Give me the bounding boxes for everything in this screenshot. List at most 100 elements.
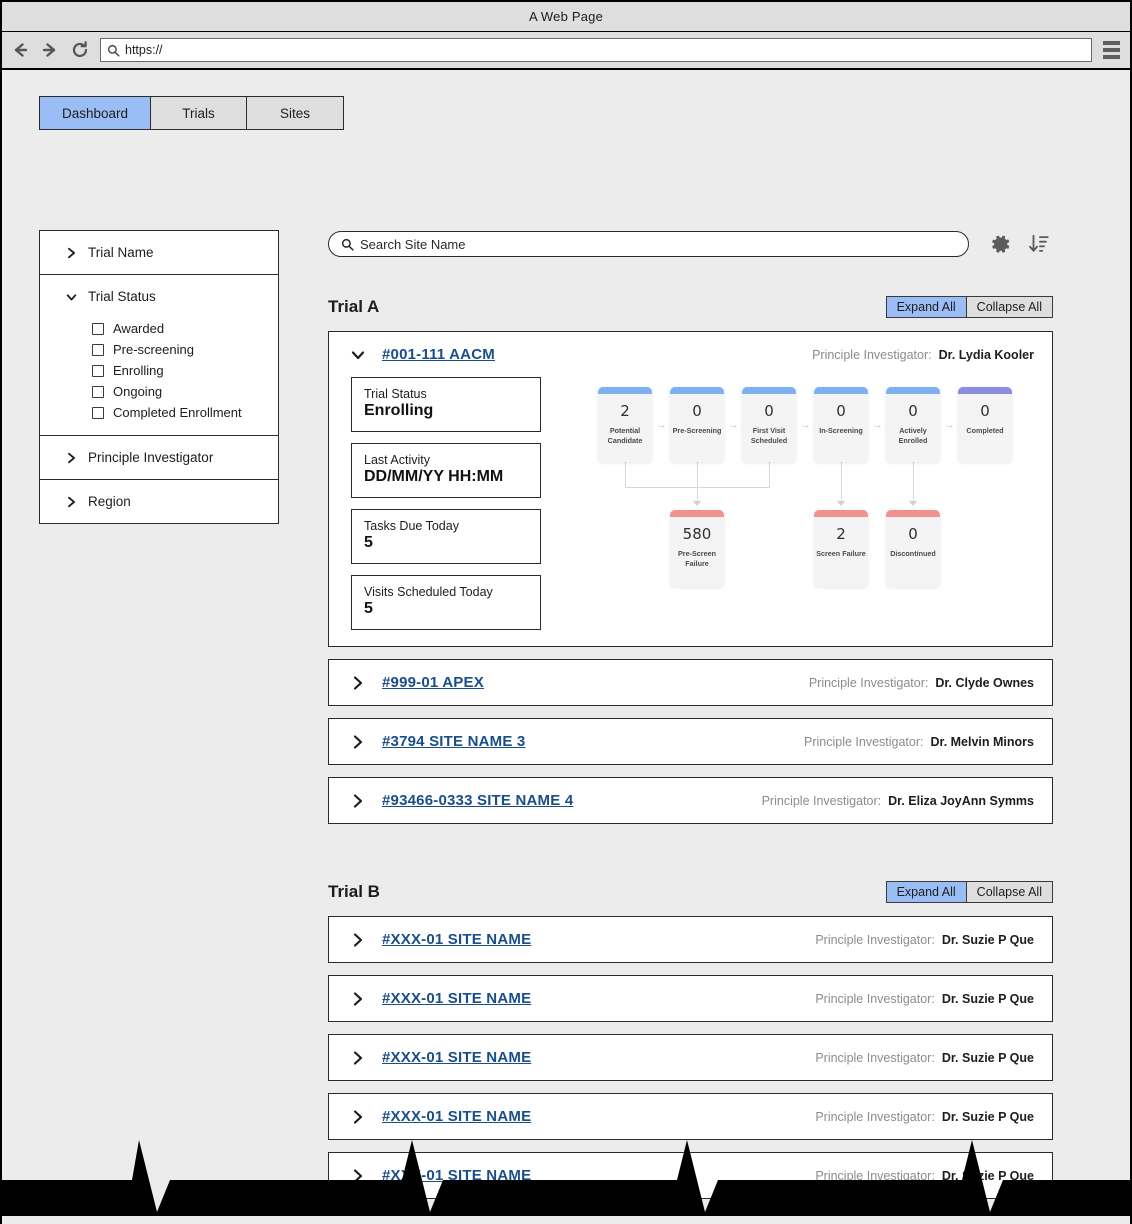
filter-section-trial-status: Trial Status Awarded Pre-screening Enrol…: [40, 275, 278, 436]
funnel-card-pre-screen-failure[interactable]: 580 Pre-Screen Failure: [670, 510, 724, 587]
checkbox-row-awarded[interactable]: Awarded: [92, 318, 278, 339]
site-row[interactable]: #XXX-01 SITE NAME Principle Investigator…: [329, 1094, 1052, 1139]
forward-arrow-icon[interactable]: [38, 38, 62, 62]
chevron-right-icon[interactable]: [351, 1050, 365, 1066]
expand-all-button-a[interactable]: Expand All: [886, 297, 967, 317]
investigator-label: Principle Investigator:: [815, 1050, 935, 1065]
investigator-label: Principle Investigator:: [815, 991, 935, 1006]
filter-section-trial-name: Trial Name: [40, 231, 278, 275]
site-row[interactable]: #XXX-01 SITE NAME Principle Investigator…: [329, 917, 1052, 962]
stat-last-activity: Last Activity DD/MM/YY HH:MM: [351, 443, 541, 498]
site-row[interactable]: #93466-0333 SITE NAME 4 Principle Invest…: [329, 778, 1052, 823]
funnel-card-completed[interactable]: 0 Completed: [958, 387, 1012, 462]
sort-descending-icon[interactable]: [1025, 230, 1053, 258]
checkbox-completed-enrollment[interactable]: [92, 406, 104, 419]
checkbox-row-enrolling[interactable]: Enrolling: [92, 360, 278, 381]
filter-toggle-trial-name[interactable]: Trial Name: [40, 231, 278, 274]
checkbox-enrolling[interactable]: [92, 364, 104, 377]
funnel-card-screen-failure[interactable]: 2 Screen Failure: [814, 510, 868, 587]
search-input[interactable]: Search Site Name: [328, 231, 970, 257]
search-toolbar: Search Site Name: [328, 230, 1053, 258]
investigator-label: Principle Investigator:: [815, 932, 935, 947]
funnel-card-pre-screening[interactable]: 0 Pre-Screening: [670, 387, 724, 462]
funnel-card-potential-candidate[interactable]: 2 Potential Candidate: [598, 387, 652, 462]
site-name-link[interactable]: #XXX-01 SITE NAME: [382, 990, 531, 1007]
site-name-link[interactable]: #999-01 APEX: [382, 674, 484, 691]
filter-label-trial-name: Trial Name: [88, 245, 154, 260]
funnel-card-actively-enrolled[interactable]: 0 Actively Enrolled: [886, 387, 940, 462]
url-bar[interactable]: https://: [100, 38, 1092, 62]
collapse-all-button-a[interactable]: Collapse All: [966, 297, 1052, 317]
chevron-right-icon[interactable]: [351, 932, 365, 948]
site-row[interactable]: #XXX-01 SITE NAME Principle Investigator…: [329, 1035, 1052, 1080]
back-arrow-icon[interactable]: [8, 38, 32, 62]
site-card: #3794 SITE NAME 3 Principle Investigator…: [328, 718, 1053, 765]
chevron-right-icon[interactable]: [351, 991, 365, 1007]
stat-value: DD/MM/YY HH:MM: [364, 468, 504, 485]
investigator-label: Principle Investigator:: [808, 675, 929, 690]
site-card: #999-01 APEX Principle Investigator: Dr.…: [328, 659, 1053, 706]
filter-toggle-region[interactable]: Region: [40, 480, 278, 523]
site-name-link[interactable]: #XXX-01 SITE NAME: [382, 1108, 531, 1125]
collapse-all-button-b[interactable]: Collapse All: [966, 882, 1052, 902]
funnel-card-in-screening[interactable]: 0 In-Screening: [814, 387, 868, 462]
site-name-link[interactable]: #XXX-01 SITE NAME: [382, 1049, 531, 1066]
site-row[interactable]: #999-01 APEX Principle Investigator: Dr.…: [329, 660, 1052, 705]
chevron-right-icon: [68, 247, 75, 258]
checkbox-ongoing[interactable]: [92, 385, 104, 398]
enrollment-funnel: → → → → → 2 Potential Candidate 0 Pre-Sc…: [598, 377, 1032, 592]
filter-toggle-principle-investigator[interactable]: Principle Investigator: [40, 436, 278, 479]
stat-label: Trial Status: [364, 387, 427, 401]
hamburger-menu-icon[interactable]: [1100, 37, 1122, 63]
investigator-wrap: Principle Investigator: Dr. Clyde Ownes: [809, 676, 1034, 690]
site-row[interactable]: #XXX-01 SITE NAME Principle Investigator…: [329, 976, 1052, 1021]
trial-header-b: Trial B Expand All Collapse All: [328, 881, 1053, 903]
tab-sites-label: Sites: [280, 105, 311, 121]
filter-toggle-trial-status[interactable]: Trial Status: [40, 275, 278, 318]
card-color-bar: [598, 387, 652, 394]
flow-arrow-icon: →: [944, 419, 955, 431]
reload-icon[interactable]: [68, 38, 92, 62]
main-column: Search Site Name Trial A Expand All Coll…: [328, 230, 1053, 1211]
checkbox-row-ongoing[interactable]: Ongoing: [92, 381, 278, 402]
stat-label: Tasks Due Today: [364, 519, 459, 533]
site-card: #XXX-01 SITE NAME Principle Investigator…: [328, 1034, 1053, 1081]
site-name-link[interactable]: #001-111 AACM: [382, 346, 495, 363]
checkbox-row-completed-enrollment[interactable]: Completed Enrollment: [92, 402, 278, 423]
trial-title-a: Trial A: [328, 297, 380, 316]
tab-trials[interactable]: Trials: [151, 97, 248, 129]
tab-dashboard[interactable]: Dashboard: [40, 97, 152, 129]
site-name-link[interactable]: #XXX-01 SITE NAME: [382, 931, 531, 948]
chevron-down-icon[interactable]: [351, 347, 365, 363]
investigator-name: Dr. Suzie P Que: [941, 1050, 1034, 1065]
browser-titlebar: A Web Page: [2, 2, 1130, 32]
card-color-bar: [814, 387, 868, 394]
checkbox-label-awarded: Awarded: [113, 321, 165, 336]
checkbox-awarded[interactable]: [92, 322, 104, 335]
investigator-name: Dr. Suzie P Que: [941, 991, 1034, 1006]
chevron-down-icon: [66, 293, 77, 300]
connector-line: [913, 462, 915, 502]
checkbox-pre-screening[interactable]: [92, 343, 104, 356]
investigator-name: Dr. Suzie P Que: [941, 932, 1034, 947]
site-name-link[interactable]: #93466-0333 SITE NAME 4: [382, 792, 573, 809]
site-row[interactable]: #3794 SITE NAME 3 Principle Investigator…: [329, 719, 1052, 764]
expand-all-button-b[interactable]: Expand All: [886, 882, 967, 902]
tab-sites[interactable]: Sites: [247, 97, 344, 129]
funnel-value: 0: [836, 402, 846, 420]
funnel-card-discontinued[interactable]: 0 Discontinued: [886, 510, 940, 587]
site-name-link[interactable]: #3794 SITE NAME 3: [382, 733, 525, 750]
investigator-name: Dr. Suzie P Que: [941, 1109, 1034, 1124]
funnel-card-first-visit-scheduled[interactable]: 0 First Visit Scheduled: [742, 387, 796, 462]
card-color-bar: [886, 510, 940, 517]
site-row-header[interactable]: #001-111 AACM Principle Investigator: Dr…: [329, 332, 1052, 377]
gear-icon[interactable]: [987, 230, 1015, 258]
filter-section-region: Region: [40, 480, 278, 523]
chevron-right-icon[interactable]: [351, 734, 365, 750]
funnel-value: 0: [764, 402, 774, 420]
chevron-right-icon[interactable]: [351, 675, 365, 691]
chevron-right-icon[interactable]: [351, 1109, 365, 1125]
checkbox-row-pre-screening[interactable]: Pre-screening: [92, 339, 278, 360]
investigator-label: Principle Investigator:: [803, 734, 924, 749]
chevron-right-icon[interactable]: [351, 793, 365, 809]
